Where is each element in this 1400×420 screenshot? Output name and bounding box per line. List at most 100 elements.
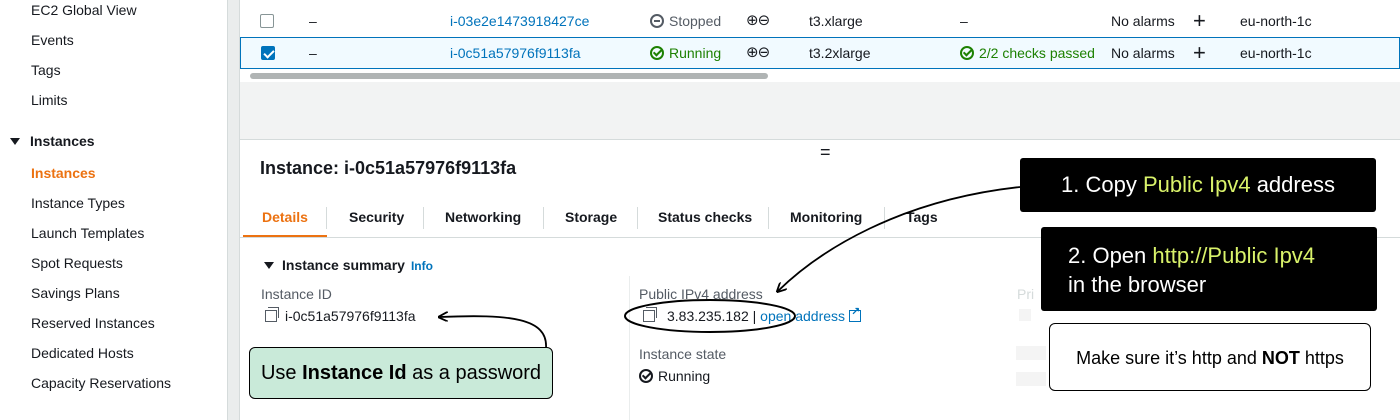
- password-suffix: as a password: [406, 362, 542, 384]
- info-link[interactable]: Info: [411, 259, 433, 273]
- public-ipv4-label: Public IPv4 address: [639, 286, 763, 302]
- tab-separator: [326, 207, 327, 229]
- instance-summary-label: Instance summary: [282, 257, 405, 273]
- cell-availability-zone: eu-north-1c: [1240, 13, 1312, 29]
- sidebar-item-limits[interactable]: Limits: [31, 92, 68, 108]
- row-checkbox[interactable]: [260, 14, 274, 28]
- sidebar-resize-divider[interactable]: [228, 0, 240, 420]
- cell-instance-id-link[interactable]: i-03e2e1473918427ce: [450, 5, 589, 37]
- copy-icon-faded: [1019, 309, 1031, 321]
- zoom-icons[interactable]: ⊕⊖: [746, 37, 770, 69]
- sidebar-item-savings-plans[interactable]: Savings Plans: [31, 285, 120, 301]
- cell-state: Running: [650, 37, 721, 69]
- instance-summary-toggle[interactable]: Instance summary Info: [264, 257, 433, 273]
- scrollbar-thumb[interactable]: [250, 73, 768, 79]
- tab-networking[interactable]: Networking: [445, 209, 521, 225]
- note-suffix: https: [1299, 348, 1344, 368]
- step2-prefix: 2. Open: [1068, 243, 1153, 268]
- cell-name: –: [309, 45, 317, 61]
- step1-highlight: Public Ipv4: [1142, 172, 1251, 197]
- faded-text-block: [1016, 372, 1046, 386]
- sidebar-item-reserved-instances[interactable]: Reserved Instances: [31, 315, 155, 331]
- sidebar-group-instances[interactable]: Instances: [10, 133, 95, 149]
- cell-status-checks: –: [960, 13, 968, 29]
- caret-down-icon: [10, 138, 20, 145]
- instance-state-text: Running: [658, 368, 711, 384]
- tab-storage[interactable]: Storage: [565, 209, 617, 225]
- state-label: Stopped: [669, 13, 722, 29]
- instance-id-value: i-0c51a57976f9113fa: [265, 307, 416, 324]
- sidebar-item-spot-requests[interactable]: Spot Requests: [31, 255, 123, 271]
- tab-status-checks[interactable]: Status checks: [658, 209, 752, 225]
- sidebar-item-launch-templates[interactable]: Launch Templates: [31, 225, 144, 241]
- stopped-icon: [650, 14, 664, 28]
- running-check-icon: [639, 369, 653, 383]
- public-ipv4-value: 3.83.235.182 | open address: [643, 305, 862, 324]
- tab-security[interactable]: Security: [349, 209, 404, 225]
- public-ipv4-text: 3.83.235.182: [667, 308, 749, 324]
- cell-instance-type: t3.xlarge: [809, 13, 863, 29]
- callout-http-note: Make sure it’s http and NOT https: [1049, 323, 1371, 391]
- tab-separator: [884, 207, 885, 229]
- instance-id-label: Instance ID: [261, 286, 332, 302]
- callout-step2: 2. Open http://Public Ipv4 in the browser: [1041, 227, 1377, 311]
- add-alarm-icon[interactable]: +: [1193, 37, 1206, 69]
- private-ipv4-label-faded: Pri: [1017, 286, 1035, 302]
- tab-separator: [423, 207, 424, 229]
- sidebar-item-capacity-reservations[interactable]: Capacity Reservations: [31, 375, 171, 391]
- instance-title: Instance: i-0c51a57976f9113fa: [260, 158, 517, 178]
- sidebar-item-dedicated-hosts[interactable]: Dedicated Hosts: [31, 345, 134, 361]
- sidebar-item-instances[interactable]: Instances: [31, 165, 96, 181]
- sidebar: EC2 Global View Events Tags Limits Insta…: [0, 0, 228, 420]
- instance-state-label: Instance state: [639, 346, 727, 362]
- cell-instance-type: t3.2xlarge: [809, 45, 871, 61]
- cell-alarms: No alarms: [1111, 45, 1175, 61]
- row-checkbox-checked[interactable]: [261, 46, 275, 60]
- tab-tags[interactable]: Tags: [906, 209, 938, 225]
- cell-status-checks: 2/2 checks passed: [960, 37, 1095, 69]
- password-bold: Instance Id: [302, 362, 407, 384]
- step1-prefix: 1. Copy: [1061, 172, 1143, 197]
- copy-icon[interactable]: [265, 307, 279, 322]
- table-row-selected[interactable]: – i-0c51a57976f9113fa Running ⊕⊖ t3.2xla…: [240, 37, 1400, 69]
- add-alarm-icon[interactable]: +: [1193, 5, 1206, 37]
- state-label: Running: [669, 45, 722, 61]
- sidebar-item-instance-types[interactable]: Instance Types: [31, 195, 125, 211]
- instance-state-value: Running: [639, 368, 710, 384]
- note-bold: NOT: [1261, 348, 1300, 368]
- cell-availability-zone: eu-north-1c: [1240, 45, 1312, 61]
- callout-step1: 1. Copy Public Ipv4 address: [1020, 158, 1376, 212]
- caret-down-icon: [264, 262, 274, 269]
- panel-drag-handle[interactable]: =: [820, 142, 831, 163]
- cell-name: –: [309, 13, 317, 29]
- external-link-icon[interactable]: [849, 305, 862, 322]
- faded-text-block: [1016, 346, 1046, 360]
- password-prefix: Use: [260, 362, 303, 384]
- sidebar-group-label: Instances: [30, 133, 95, 149]
- tab-separator: [637, 207, 638, 229]
- tab-monitoring[interactable]: Monitoring: [790, 209, 862, 225]
- cell-instance-id-link[interactable]: i-0c51a57976f9113fa: [450, 37, 581, 69]
- tab-separator: [543, 207, 544, 229]
- tab-details[interactable]: Details: [262, 209, 308, 225]
- separator: |: [752, 308, 757, 324]
- sidebar-item-events[interactable]: Events: [31, 32, 74, 48]
- sidebar-item-ec2-global-view[interactable]: EC2 Global View: [31, 2, 137, 18]
- note-prefix: Make sure it’s http and: [1076, 348, 1262, 368]
- checks-label: 2/2 checks passed: [979, 45, 1095, 61]
- step2-highlight: http://Public Ipv4: [1152, 243, 1316, 268]
- zoom-icons[interactable]: ⊕⊖: [746, 5, 770, 37]
- split-panel-gap: [240, 82, 1400, 140]
- cell-state: Stopped: [650, 5, 721, 37]
- cell-alarms: No alarms: [1111, 13, 1175, 29]
- instance-id-text: i-0c51a57976f9113fa: [285, 308, 416, 324]
- sidebar-item-tags[interactable]: Tags: [31, 62, 61, 78]
- open-address-link[interactable]: open address: [760, 308, 845, 324]
- copy-icon[interactable]: [643, 307, 657, 322]
- callout-password: Use Instance Id as a password: [249, 347, 553, 399]
- step2-line2: in the browser: [1068, 272, 1207, 297]
- table-row[interactable]: – i-03e2e1473918427ce Stopped ⊕⊖ t3.xlar…: [240, 5, 1400, 37]
- running-check-icon: [650, 46, 664, 60]
- step1-suffix: address: [1250, 172, 1335, 197]
- checks-passed-icon: [960, 46, 974, 60]
